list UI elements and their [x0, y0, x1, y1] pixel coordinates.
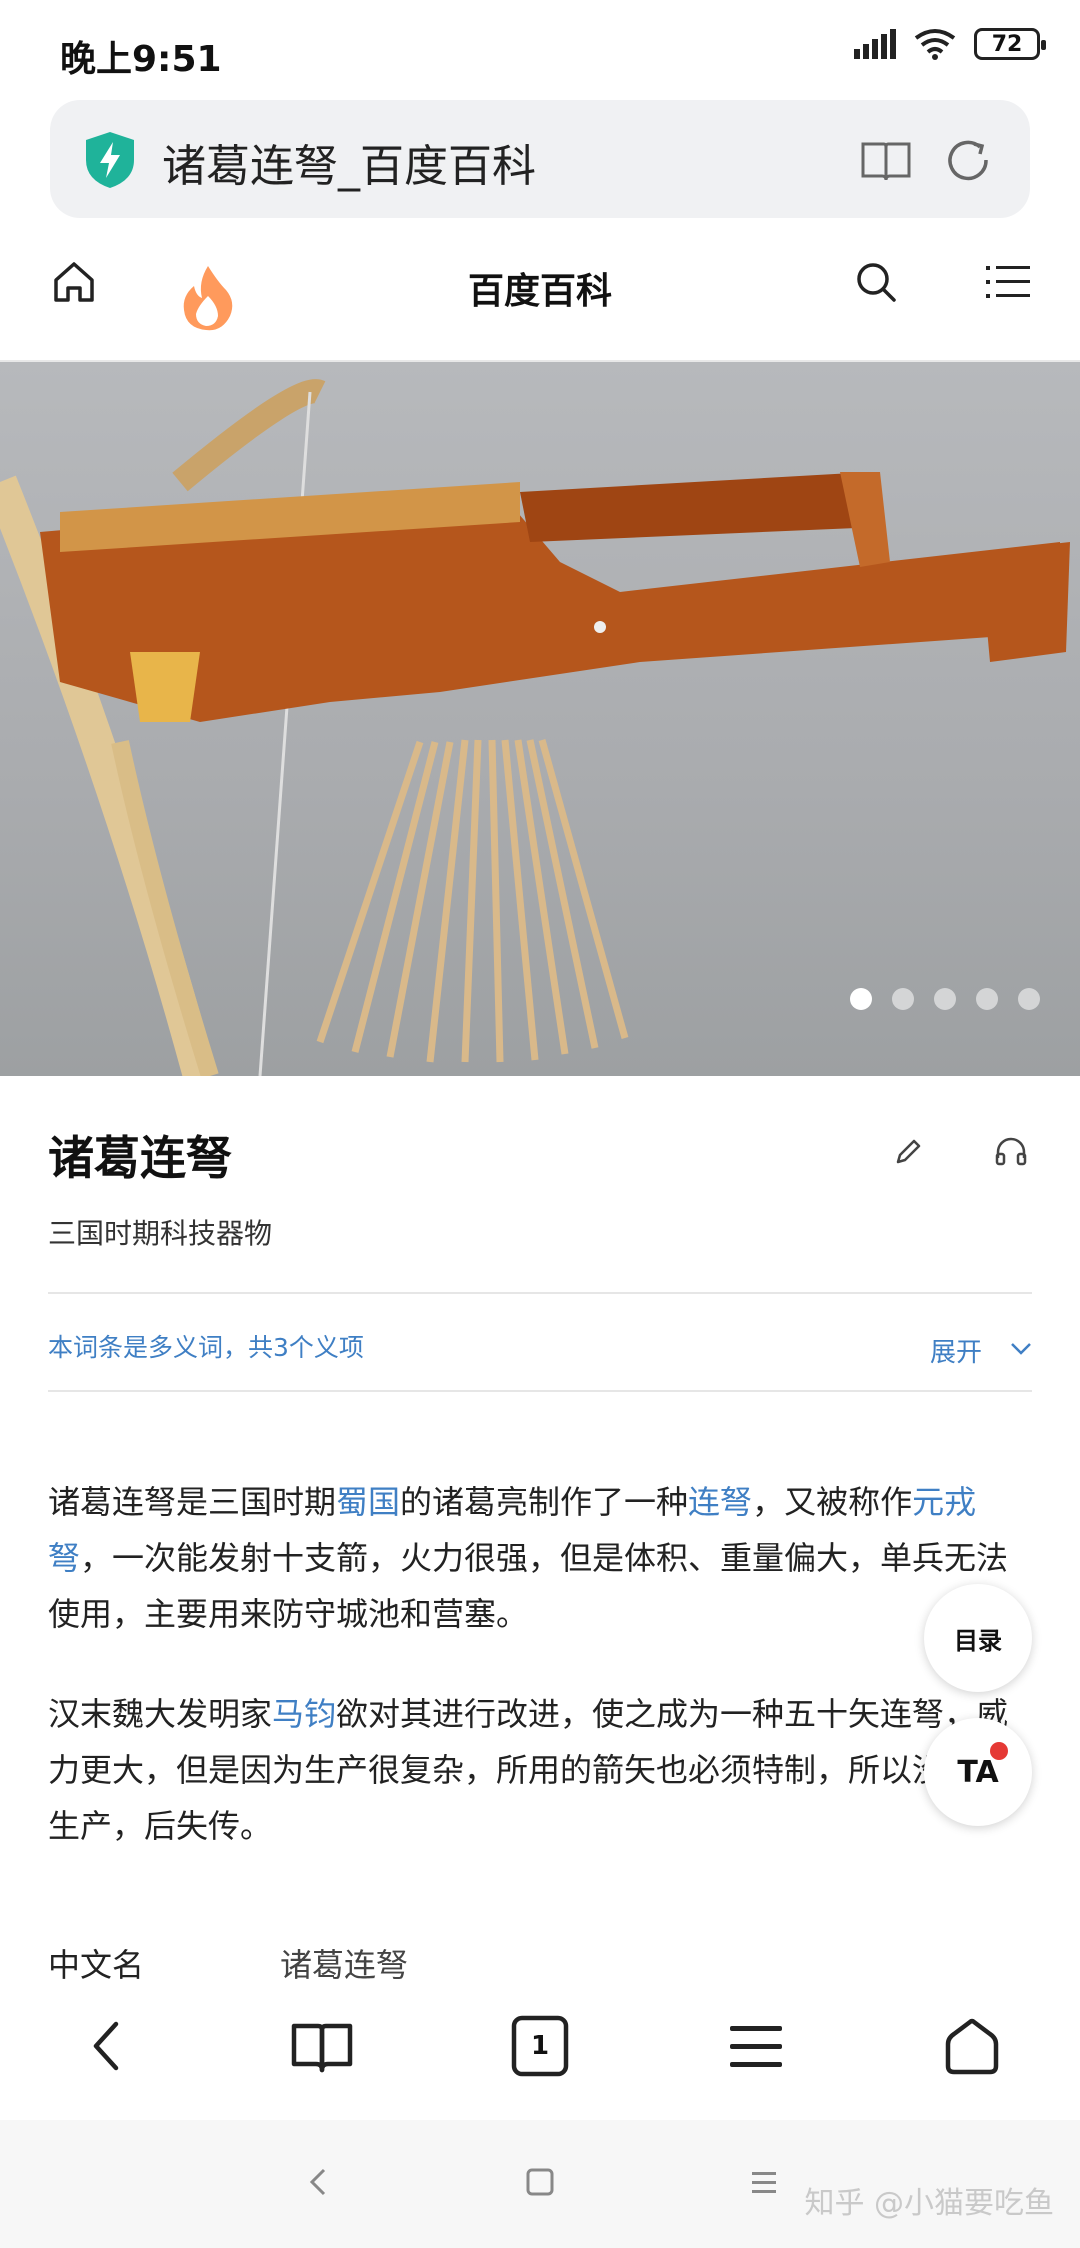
menu-icon[interactable]	[986, 262, 1030, 302]
address-title[interactable]: 诸葛连弩_百度百科	[162, 130, 536, 194]
toc-label: 目录	[954, 1626, 1002, 1655]
reload-icon[interactable]	[940, 132, 996, 188]
edit-icon[interactable]	[892, 1136, 924, 1168]
expand-link[interactable]: 展开	[930, 1332, 982, 1369]
ta-button[interactable]: TA	[924, 1718, 1032, 1826]
polysemy-note[interactable]: 本词条是多义词，共3个义项	[48, 1328, 364, 1364]
battery-indicator: 72	[974, 28, 1046, 60]
carousel-dot[interactable]	[934, 988, 956, 1010]
home-icon[interactable]	[50, 258, 98, 306]
shield-icon	[86, 132, 134, 188]
entry-title: 诸葛连弩	[48, 1131, 232, 1185]
reader-mode-icon[interactable]	[858, 132, 914, 188]
paragraph-text: ，一次能发射十支箭，火力很强，但是体积、重量偏大，单兵无法使用，主要用来防守城池…	[48, 1539, 1009, 1633]
status-time: 晚上9:51	[60, 39, 222, 80]
wifi-icon	[914, 29, 956, 60]
paragraph-text: 的诸葛亮制作了一种	[400, 1483, 689, 1521]
carousel-dot[interactable]	[892, 988, 914, 1010]
divider	[48, 1292, 1032, 1294]
back-icon[interactable]	[76, 2014, 140, 2078]
link-repeating-crossbow[interactable]: 连弩	[688, 1483, 752, 1521]
site-title[interactable]: 百度百科	[0, 262, 1080, 314]
divider	[48, 1390, 1032, 1392]
bookmarks-icon[interactable]	[290, 2014, 354, 2078]
status-icons: 72	[854, 28, 1046, 60]
toc-button[interactable]: 目录	[924, 1584, 1032, 1692]
link-shu-kingdom[interactable]: 蜀国	[336, 1483, 400, 1521]
carousel-dot[interactable]	[976, 988, 998, 1010]
watermark: 知乎 @小猫要吃鱼	[804, 2186, 1054, 2221]
ta-label: TA	[957, 1754, 999, 1790]
entry-subtitle: 三国时期科技器物	[48, 1217, 273, 1250]
carousel-dots	[850, 988, 1040, 1010]
system-home-icon[interactable]	[522, 2164, 558, 2200]
summary-paragraph: 诸葛连弩是三国时期蜀国的诸葛亮制作了一种连弩，又被称作元戎弩，一次能发射十支箭，…	[48, 1474, 1032, 1642]
signal-icon	[854, 29, 896, 59]
paragraph-text: 汉末魏大发明家	[48, 1695, 273, 1733]
headphones-icon[interactable]	[994, 1136, 1028, 1168]
carousel-dot[interactable]	[1018, 988, 1040, 1010]
menu-icon[interactable]	[724, 2014, 788, 2078]
notification-dot	[990, 1742, 1008, 1760]
system-back-icon[interactable]	[300, 2164, 336, 2200]
battery-level: 72	[991, 31, 1023, 57]
paragraph-text: 诸葛连弩是三国时期	[48, 1483, 337, 1521]
search-icon[interactable]	[852, 258, 900, 306]
summary-paragraph: 汉末魏大发明家马钧欲对其进行改进，使之成为一种五十矢连弩，威力更大，但是因为生产…	[48, 1686, 1032, 1854]
system-recents-icon[interactable]	[746, 2164, 782, 2200]
flame-icon[interactable]	[174, 262, 242, 334]
hero-image[interactable]	[0, 362, 1080, 1076]
carousel-dot[interactable]	[850, 988, 872, 1010]
crossbow-image	[0, 379, 1070, 1076]
paragraph-text: ，又被称作	[752, 1483, 913, 1521]
home-icon[interactable]	[940, 2014, 1004, 2078]
link-ma-jun[interactable]: 马钧	[272, 1695, 336, 1733]
tab-count: 1	[530, 2031, 550, 2061]
chevron-down-icon[interactable]	[1008, 1338, 1034, 1358]
